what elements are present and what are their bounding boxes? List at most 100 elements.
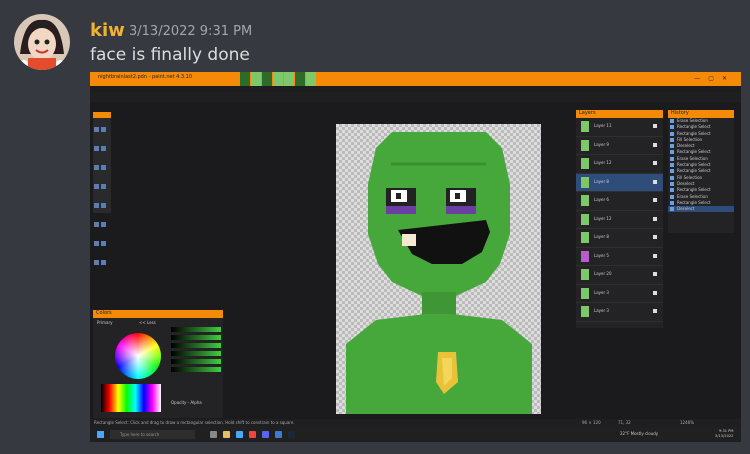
tool-icon[interactable] — [101, 184, 106, 189]
visibility-checkbox[interactable] — [653, 142, 657, 147]
color-slider[interactable] — [171, 335, 221, 340]
color-slider[interactable] — [171, 359, 221, 364]
layer-row[interactable]: Layer 6 — [576, 192, 663, 211]
file-explorer-icon[interactable] — [223, 431, 230, 438]
image-tab[interactable] — [262, 72, 272, 86]
visibility-checkbox[interactable] — [653, 124, 657, 128]
layer-row[interactable]: Layer 3 — [576, 303, 663, 322]
window-title: nightbrainlast2.pdn - paint.net 4.3.10 — [98, 74, 193, 80]
layers-panel-title: Layers — [579, 110, 596, 116]
tool-icon[interactable] — [101, 203, 106, 208]
visibility-checkbox[interactable] — [653, 161, 657, 165]
tool-icon[interactable] — [94, 222, 99, 227]
layer-name: Layer 11 — [594, 123, 612, 128]
tool-icon[interactable] — [101, 222, 106, 227]
color-sliders — [171, 324, 221, 375]
layer-name: Layer 8 — [594, 178, 609, 184]
layer-name: Layer 5 — [594, 252, 609, 258]
windows-taskbar: Type here to search 22°F Mostly cloudy 9… — [90, 427, 741, 442]
tool-icon[interactable] — [101, 146, 106, 151]
weather-widget[interactable]: 22°F Mostly cloudy — [620, 431, 658, 436]
image-tab[interactable] — [273, 72, 283, 86]
image-tab[interactable] — [306, 72, 316, 86]
layer-row[interactable]: Layer 20 — [576, 266, 663, 285]
tool-icon[interactable] — [94, 146, 99, 151]
color-palette[interactable] — [101, 384, 161, 412]
color-wheel[interactable] — [115, 333, 161, 379]
color-slider[interactable] — [171, 367, 221, 372]
less-button[interactable]: << Less — [139, 320, 156, 325]
primary-color-select[interactable]: Primary — [97, 320, 112, 325]
cursor-position: 71, 32 — [618, 420, 631, 425]
colors-panel-title: Colors — [96, 310, 112, 316]
image-tab[interactable] — [240, 72, 250, 86]
tool-icon[interactable] — [94, 260, 99, 265]
edge-icon[interactable] — [236, 431, 243, 438]
chrome-icon[interactable] — [249, 431, 256, 438]
layer-row[interactable]: Layer 3 — [576, 285, 663, 303]
steam-icon[interactable] — [288, 431, 295, 438]
layer-name: Layer 9 — [594, 141, 609, 147]
tool-icon[interactable] — [94, 165, 99, 170]
layer-name: Layer 20 — [594, 271, 612, 276]
canvas-image[interactable] — [336, 124, 541, 414]
message-text: face is finally done — [90, 45, 250, 65]
visibility-checkbox[interactable] — [653, 198, 657, 202]
status-text: Rectangle Select: Click and drag to draw… — [94, 420, 295, 425]
clock-date: 3/13/2022 — [715, 434, 734, 438]
discord-icon[interactable] — [262, 431, 269, 438]
layer-row[interactable]: Layer 12 — [576, 211, 663, 229]
color-slider[interactable] — [171, 343, 221, 348]
tool-icon[interactable] — [94, 127, 99, 132]
visibility-checkbox[interactable] — [653, 179, 657, 184]
windows-start-icon[interactable] — [97, 431, 104, 438]
tools-panel — [93, 112, 111, 265]
layer-row[interactable]: Layer 9 — [576, 137, 663, 155]
status-bar: Rectangle Select: Click and drag to draw… — [90, 419, 741, 427]
layer-row[interactable]: Layer 5 — [576, 248, 663, 266]
image-tab[interactable] — [284, 72, 294, 86]
image-size: 96 × 120 — [582, 420, 601, 425]
layer-row-selected[interactable]: Layer 8 — [576, 173, 663, 192]
layer-name: Layer 8 — [594, 234, 609, 239]
history-item-current[interactable]: Deselect — [668, 206, 734, 213]
tool-icon[interactable] — [94, 184, 99, 189]
visibility-checkbox[interactable] — [653, 235, 657, 239]
tool-icon[interactable] — [101, 260, 106, 265]
visibility-checkbox[interactable] — [653, 272, 657, 276]
taskbar-search[interactable]: Type here to search — [110, 430, 195, 439]
system-clock[interactable]: 9:31 PM 3/13/2022 — [715, 429, 733, 439]
username[interactable]: kiw — [90, 20, 125, 41]
visibility-checkbox[interactable] — [653, 290, 657, 295]
user-avatar[interactable] — [14, 14, 70, 70]
chat-message: kiw 3/13/2022 9:31 PM face is finally do… — [0, 0, 750, 454]
layer-row[interactable]: Layer 11 — [576, 118, 663, 137]
layer-name: Layer 12 — [594, 215, 612, 221]
tool-icon[interactable] — [101, 127, 106, 132]
image-tab[interactable] — [295, 72, 305, 86]
menu-bar: FileEditViewImageLayersAdjustmentsEffect… — [90, 81, 220, 98]
layer-name: Layer 3 — [594, 289, 609, 295]
layer-row[interactable]: Layer 12 — [576, 155, 663, 174]
image-tab[interactable] — [251, 72, 261, 86]
paintnet-icon[interactable] — [275, 431, 282, 438]
tool-icon[interactable] — [94, 203, 99, 208]
layers-panel: Layers Layer 11 Layer 9 Layer 12 Layer 8… — [576, 110, 663, 328]
layer-name: Layer 12 — [594, 160, 612, 165]
color-slider[interactable] — [171, 327, 221, 332]
attached-screenshot[interactable]: nightbrainlast2.pdn - paint.net 4.3.10 —… — [90, 72, 741, 442]
tool-icon[interactable] — [94, 241, 99, 246]
task-view-icon[interactable] — [210, 431, 217, 438]
visibility-checkbox[interactable] — [653, 216, 657, 221]
layer-name: Layer 6 — [594, 197, 609, 202]
zoom-level[interactable]: 1246% — [680, 420, 694, 425]
image-tabs — [240, 72, 317, 86]
colors-panel: Colors Primary << Less Opacity - Alpha — [93, 310, 223, 418]
visibility-checkbox[interactable] — [653, 309, 657, 313]
window-controls[interactable]: —▢✕ — [694, 75, 735, 82]
visibility-checkbox[interactable] — [653, 253, 657, 258]
color-slider[interactable] — [171, 351, 221, 356]
tool-icon[interactable] — [101, 241, 106, 246]
tool-icon[interactable] — [101, 165, 106, 170]
layer-row[interactable]: Layer 8 — [576, 229, 663, 248]
